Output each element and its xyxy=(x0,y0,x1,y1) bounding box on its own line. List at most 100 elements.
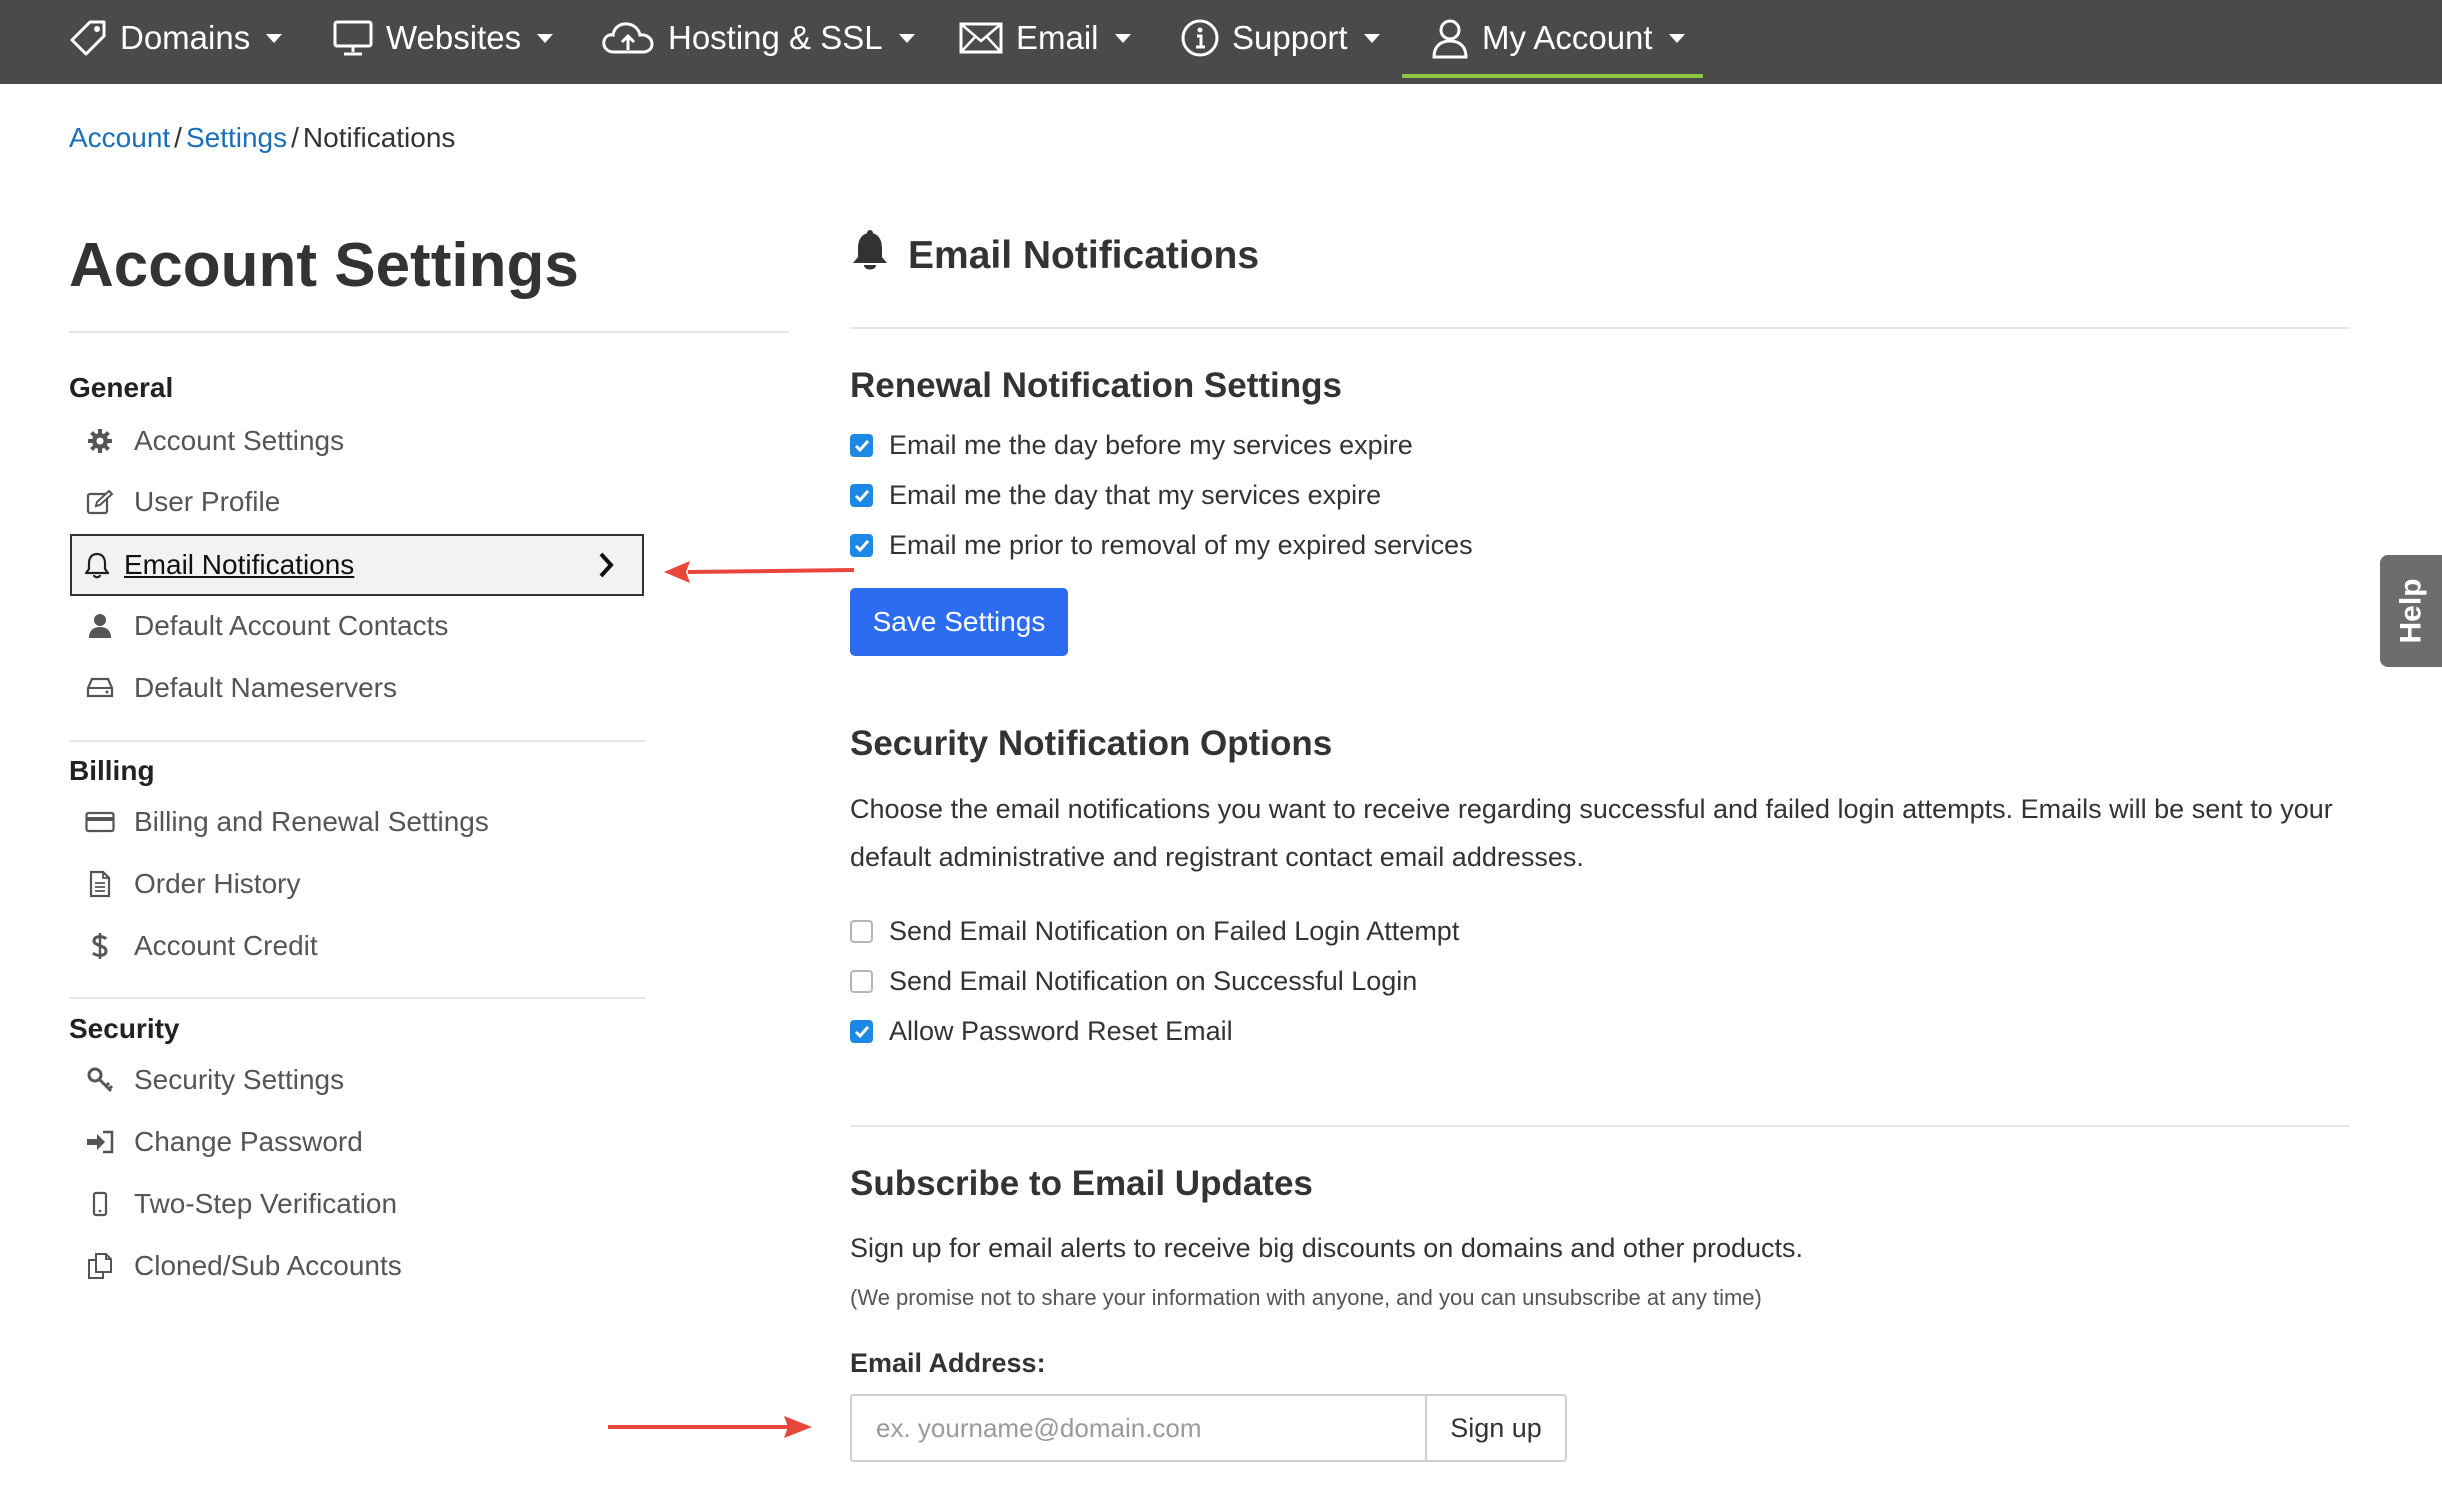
sidebar-group-security: Security xyxy=(69,1013,180,1044)
breadcrumb: Account / Settings / Notifications xyxy=(69,122,455,154)
credit-card-icon xyxy=(80,811,120,833)
nav-support-label: Support xyxy=(1232,19,1348,56)
caret-down-icon xyxy=(898,33,915,43)
save-settings-button[interactable]: Save Settings xyxy=(850,588,1068,656)
nav-websites[interactable]: Websites xyxy=(332,0,554,76)
subscribe-title: Subscribe to Email Updates xyxy=(850,1164,1313,1203)
sidebar-item-two-step-verification[interactable]: Two-Step Verification xyxy=(70,1174,644,1234)
sidebar-item-order-history[interactable]: Order History xyxy=(70,854,644,914)
sidebar-item-account-credit[interactable]: Account Credit xyxy=(70,916,644,976)
sidebar-item-label: Security Settings xyxy=(134,1064,345,1095)
checkbox-label: Email me prior to removal of my expired … xyxy=(889,530,1473,560)
sidebar-item-cloned-sub-accounts[interactable]: Cloned/Sub Accounts xyxy=(70,1236,644,1296)
checkbox-checked[interactable] xyxy=(850,534,873,557)
breadcrumb-settings[interactable]: Settings xyxy=(186,122,287,153)
renewal-settings-title: Renewal Notification Settings xyxy=(850,366,1342,405)
bell-icon xyxy=(850,230,890,282)
sidebar-divider xyxy=(69,997,646,999)
envelope-icon xyxy=(958,20,1004,56)
security-option-failed-login[interactable]: Send Email Notification on Failed Login … xyxy=(850,916,1459,947)
breadcrumb-separator: / xyxy=(291,122,299,153)
gear-icon xyxy=(80,428,120,454)
annotation-arrow-left xyxy=(664,561,855,583)
subscribe-privacy-note: (We promise not to share your informatio… xyxy=(850,1285,1762,1310)
annotation-arrow-right xyxy=(608,1416,812,1438)
breadcrumb-current: Notifications xyxy=(302,122,456,153)
sidebar-item-user-profile[interactable]: User Profile xyxy=(70,472,644,532)
copy-icon xyxy=(80,1252,120,1280)
nav-my-account[interactable]: My Account xyxy=(1430,0,1685,76)
main-title-text: Email Notifications xyxy=(908,234,1260,277)
sidebar-item-billing-renewal-settings[interactable]: Billing and Renewal Settings xyxy=(70,792,644,852)
renewal-option-prior-removal[interactable]: Email me prior to removal of my expired … xyxy=(850,530,1473,561)
caret-down-icon xyxy=(1114,33,1131,43)
security-option-password-reset[interactable]: Allow Password Reset Email xyxy=(850,1016,1233,1047)
info-circle-icon xyxy=(1180,18,1220,58)
email-address-input[interactable] xyxy=(850,1394,1426,1462)
sidebar-item-label: Email Notifications xyxy=(124,549,355,580)
sidebar-item-default-account-contacts[interactable]: Default Account Contacts xyxy=(70,596,644,656)
sidebar-group-general: General xyxy=(69,372,174,403)
user-icon xyxy=(1430,17,1470,59)
main-divider xyxy=(850,327,2350,329)
sidebar-item-label: Change Password xyxy=(134,1126,363,1157)
checkbox-checked[interactable] xyxy=(850,1020,873,1043)
sidebar-item-label: Account Settings xyxy=(134,425,345,456)
person-icon xyxy=(80,613,120,639)
nav-hosting-ssl-label: Hosting & SSL xyxy=(668,19,883,56)
nav-active-indicator xyxy=(1402,74,1703,78)
nav-hosting-ssl[interactable]: Hosting & SSL xyxy=(600,0,915,76)
caret-down-icon xyxy=(1668,33,1685,43)
sidebar-item-label: Default Nameservers xyxy=(134,672,397,703)
monitor-icon xyxy=(332,18,374,58)
sidebar-item-label: Two-Step Verification xyxy=(134,1188,398,1219)
sidebar-divider xyxy=(69,740,646,742)
nav-email-label: Email xyxy=(1016,19,1099,56)
sign-up-button[interactable]: Sign up xyxy=(1425,1394,1567,1462)
nav-support[interactable]: Support xyxy=(1180,0,1380,76)
checkbox-checked[interactable] xyxy=(850,434,873,457)
key-icon xyxy=(80,1066,120,1094)
breadcrumb-separator: / xyxy=(174,122,182,153)
sidebar-item-label: User Profile xyxy=(134,486,281,517)
security-option-successful-login[interactable]: Send Email Notification on Successful Lo… xyxy=(850,966,1417,997)
sidebar-item-security-settings[interactable]: Security Settings xyxy=(70,1050,644,1110)
nav-websites-label: Websites xyxy=(386,19,522,56)
security-description: Choose the email notifications you want … xyxy=(850,794,2333,872)
sidebar-item-label: Default Account Contacts xyxy=(134,610,449,641)
sidebar-item-account-settings[interactable]: Account Settings xyxy=(70,411,644,471)
breadcrumb-account[interactable]: Account xyxy=(69,122,170,153)
checkbox-unchecked[interactable] xyxy=(850,970,873,993)
renewal-option-day-before[interactable]: Email me the day before my services expi… xyxy=(850,430,1413,461)
document-icon xyxy=(80,870,120,898)
title-divider xyxy=(69,331,789,333)
top-nav: Domains Websites Hosting & SSL Email Sup… xyxy=(0,0,2442,84)
main-divider xyxy=(850,1125,2350,1127)
sidebar-item-default-nameservers[interactable]: Default Nameservers xyxy=(70,658,644,718)
cloud-upload-icon xyxy=(600,18,656,58)
help-tab[interactable]: Help xyxy=(2380,555,2442,667)
nav-email[interactable]: Email xyxy=(958,0,1131,76)
security-options-title: Security Notification Options xyxy=(850,724,1333,763)
renewal-option-day-of[interactable]: Email me the day that my services expire xyxy=(850,480,1381,511)
sign-in-icon xyxy=(80,1129,120,1155)
page-title: Account Settings xyxy=(69,231,579,300)
sidebar-item-email-notifications[interactable]: Email Notifications xyxy=(70,534,644,596)
dollar-icon xyxy=(80,931,120,961)
checkbox-label: Send Email Notification on Successful Lo… xyxy=(889,966,1418,996)
bell-icon xyxy=(80,551,114,579)
caret-down-icon xyxy=(1363,33,1380,43)
checkbox-checked[interactable] xyxy=(850,484,873,507)
checkbox-label: Send Email Notification on Failed Login … xyxy=(889,916,1460,946)
checkbox-label: Email me the day that my services expire xyxy=(889,480,1382,510)
sidebar-item-change-password[interactable]: Change Password xyxy=(70,1112,644,1172)
nav-my-account-label: My Account xyxy=(1482,19,1653,56)
nav-domains-label: Domains xyxy=(120,19,251,56)
sidebar-item-label: Account Credit xyxy=(134,930,318,961)
email-address-label: Email Address: xyxy=(850,1348,1046,1378)
mobile-icon xyxy=(80,1191,120,1217)
checkbox-unchecked[interactable] xyxy=(850,920,873,943)
section-title-email-notifications: Email Notifications xyxy=(850,230,1259,282)
checkbox-label: Email me the day before my services expi… xyxy=(889,430,1413,460)
nav-domains[interactable]: Domains xyxy=(68,0,283,76)
